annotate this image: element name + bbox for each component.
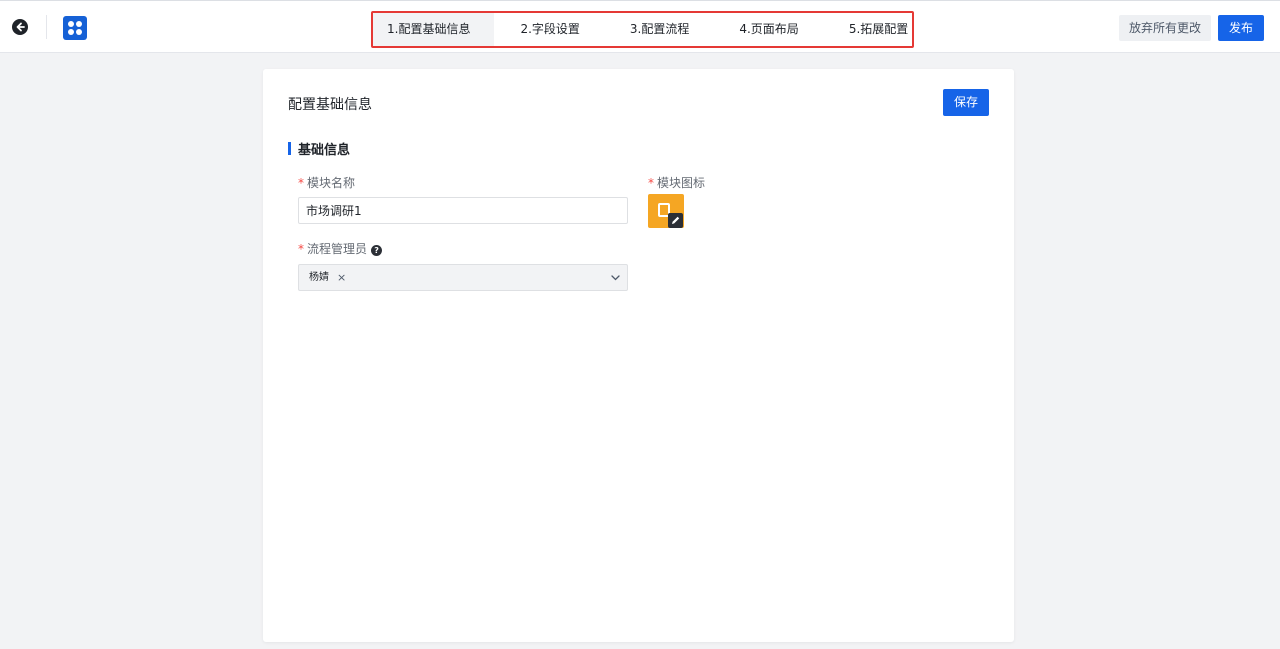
section-title: 基础信息 <box>298 143 351 158</box>
close-icon[interactable]: × <box>337 269 346 287</box>
config-card: 配置基础信息 保存 基础信息 *模块名称 *模块图标 *流程管理员? 杨婧 × <box>263 69 1014 642</box>
required-mark: * <box>298 242 304 256</box>
process-admin-select[interactable]: 杨婧 × <box>298 264 628 291</box>
tab-step-workflow[interactable]: 3.配置流程 <box>630 13 689 46</box>
publish-button[interactable]: 发布 <box>1218 15 1264 41</box>
module-icon-picker[interactable] <box>648 194 684 228</box>
section-marker <box>288 142 291 155</box>
back-arrow-icon[interactable] <box>12 19 28 35</box>
help-icon[interactable]: ? <box>371 245 383 256</box>
required-mark: * <box>298 176 304 190</box>
header-divider <box>46 15 47 39</box>
step-navigation: 1.配置基础信息 2.字段设置 3.配置流程 4.页面布局 5.拓展配置 <box>371 11 914 48</box>
tab-step-page-layout[interactable]: 4.页面布局 <box>739 13 798 46</box>
pencil-edit-icon <box>668 213 683 228</box>
top-bar: 1.配置基础信息 2.字段设置 3.配置流程 4.页面布局 5.拓展配置 放弃所… <box>0 0 1280 53</box>
module-name-input[interactable] <box>298 197 628 224</box>
tab-step-extension[interactable]: 5.拓展配置 <box>849 13 908 46</box>
required-mark: * <box>648 176 654 190</box>
module-icon-label: * 模块图标 <box>648 176 706 190</box>
chevron-down-icon[interactable] <box>611 275 620 281</box>
grid-apps-icon[interactable] <box>63 16 87 40</box>
page-title: 配置基础信息 <box>288 97 372 113</box>
selected-user-tag: 杨婧 × <box>305 269 350 287</box>
process-admin-label: * 流程管理员? <box>298 240 383 257</box>
save-button[interactable]: 保存 <box>943 89 989 116</box>
discard-changes-button[interactable]: 放弃所有更改 <box>1119 15 1211 41</box>
tab-step-field-settings[interactable]: 2.字段设置 <box>520 13 579 46</box>
module-name-label: * 模块名称 <box>298 176 356 190</box>
tag-label: 杨婧 <box>309 272 329 283</box>
tab-step-basic-info[interactable]: 1.配置基础信息 <box>373 13 495 46</box>
